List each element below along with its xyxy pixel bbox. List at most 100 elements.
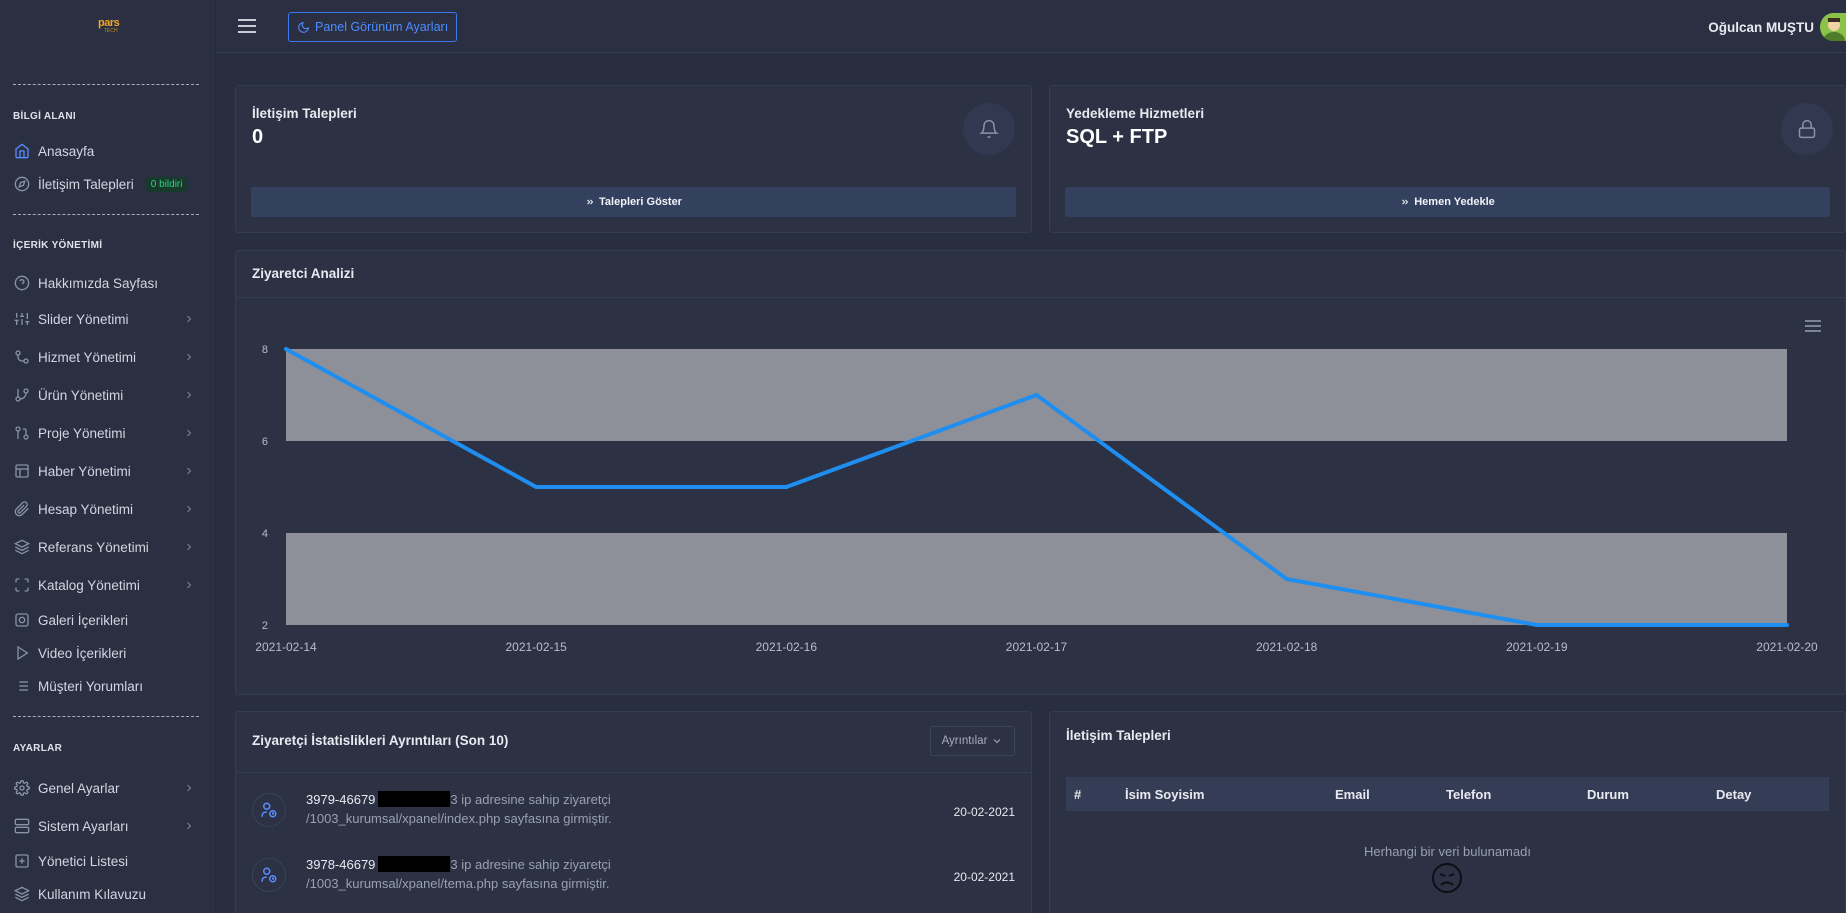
sidebar: pars TECH BİLGİ ALANI Anasayfa İletişim … (0, 0, 216, 913)
layout-icon (13, 463, 30, 480)
chevrons-right-icon (587, 199, 594, 205)
sidebar-item-system-settings[interactable]: Sistem Ayarları (13, 812, 201, 840)
notification-badge: 0 bildiri (145, 176, 188, 192)
visit-row: 3979-46679 3 ip adresine sahip ziyaretçi … (252, 787, 1015, 843)
card-title: İletişim Talepleri (252, 106, 357, 121)
data-point (1534, 623, 1539, 627)
contact-requests-table-card: İletişim Talepleri # İsim Soyisim Email … (1049, 711, 1846, 913)
sidebar-item-label: Referans Yönetimi (38, 539, 149, 555)
layers-icon (13, 886, 30, 903)
redacted-ip (378, 791, 451, 807)
visit-text: 3 ip adresine sahip ziyaretçi (450, 792, 611, 807)
details-dropdown-button[interactable]: Ayrıntılar (930, 726, 1015, 756)
lock-icon (1781, 103, 1833, 155)
column-header[interactable]: # (1074, 787, 1081, 802)
chevrons-right-icon (1402, 199, 1409, 205)
sidebar-item-about[interactable]: Hakkımızda Sayfası (13, 269, 201, 297)
x-tick-label: 2021-02-18 (1256, 640, 1318, 654)
avatar[interactable] (1820, 13, 1846, 41)
y-tick-label: 2 (262, 620, 268, 632)
column-header[interactable]: Durum (1587, 787, 1629, 802)
sidebar-item-project[interactable]: Proje Yönetimi (13, 419, 201, 447)
sidebar-item-account[interactable]: Hesap Yönetimi (13, 495, 201, 523)
moon-icon (298, 21, 310, 33)
divider (13, 84, 199, 85)
x-tick-label: 2021-02-19 (1506, 640, 1568, 654)
play-icon (13, 645, 30, 662)
sidebar-item-video[interactable]: Video İçerikleri (13, 639, 201, 667)
button-label: Ayrıntılar (941, 735, 988, 747)
visit-id: 3979-46679 (306, 792, 376, 807)
visit-id: 3978-46679 (306, 857, 376, 872)
contact-count: 0 (252, 126, 264, 148)
card-title: Yedekleme Hizmetleri (1066, 106, 1205, 121)
redacted-ip (378, 856, 451, 872)
sidebar-item-label: Video İçerikleri (38, 645, 127, 661)
button-label: Talepleri Göster (599, 196, 682, 208)
sidebar-item-news[interactable]: Haber Yönetimi (13, 457, 201, 485)
x-tick-label: 2021-02-16 (756, 640, 818, 654)
chevron-right-icon (187, 315, 192, 323)
sidebar-item-label: Hakkımızda Sayfası (38, 275, 159, 291)
sidebar-item-product[interactable]: Ürün Yönetimi (13, 381, 201, 409)
visit-text: 3 ip adresine sahip ziyaretçi (450, 857, 611, 872)
column-header[interactable]: Detay (1716, 787, 1751, 802)
sidebar-item-admin-list[interactable]: Yönetici Listesi (13, 847, 201, 875)
x-tick-label: 2021-02-20 (1756, 640, 1818, 654)
list-icon (13, 678, 30, 695)
empty-table-message: Herhangi bir veri bulunamadı (1364, 844, 1531, 859)
sidebar-item-slider[interactable]: Slider Yönetimi (13, 305, 201, 333)
sidebar-item-general-settings[interactable]: Genel Ayarlar (13, 774, 201, 802)
backup-now-button[interactable]: Hemen Yedekle (1065, 187, 1830, 217)
data-point (1785, 623, 1789, 627)
panel-theme-settings-button[interactable]: Panel Görünüm Ayarları (288, 12, 457, 42)
sidebar-item-label: Proje Yönetimi (38, 425, 126, 441)
x-tick-label: 2021-02-15 (505, 640, 567, 654)
chevron-down-icon (994, 739, 1001, 744)
sidebar-item-gallery[interactable]: Galeri İçerikleri (13, 606, 201, 634)
settings-icon (13, 780, 30, 797)
sidebar-item-label: Kullanım Kılavuzu (38, 886, 147, 902)
column-header[interactable]: İsim Soyisim (1125, 787, 1204, 802)
grid-band (286, 533, 1787, 625)
sidebar-item-label: Galeri İçerikleri (38, 612, 129, 628)
sidebar-item-service[interactable]: Hizmet Yönetimi (13, 343, 201, 371)
user-visit-icon (252, 793, 286, 827)
theme-button-label: Panel Görünüm Ayarları (315, 20, 449, 34)
visit-page: /1003_kurumsal/xpanel/tema.php sayfasına… (306, 876, 610, 891)
home-icon (13, 143, 30, 160)
sidebar-item-catalog[interactable]: Katalog Yönetimi (13, 571, 201, 599)
y-tick-label: 8 (262, 344, 268, 356)
chevron-right-icon (187, 581, 192, 589)
sidebar-item-label: Sistem Ayarları (38, 818, 129, 834)
maximize-icon (13, 577, 30, 594)
visit-page: /1003_kurumsal/xpanel/index.php sayfasın… (306, 811, 612, 826)
hamburger-menu-icon[interactable] (238, 18, 256, 34)
logo[interactable]: pars TECH (98, 18, 132, 34)
user-name[interactable]: Oğulcan MUŞTU (1708, 20, 1814, 35)
visitor-analysis-card: Ziyaretci Analizi 8 6 4 2 2021-02-14 2021-02-… (235, 250, 1846, 695)
line-chart: 8 6 4 2 2021-02-14 2021-02-15 2021-02-16 2021-0… (255, 344, 1818, 654)
visit-text-line1: 3978-46679 3 ip adresine sahip ziyaretçi (306, 856, 611, 872)
sidebar-item-label: Yönetici Listesi (38, 853, 129, 869)
column-header[interactable]: Email (1335, 787, 1370, 802)
visit-text-line1: 3979-46679 3 ip adresine sahip ziyaretçi (306, 791, 611, 807)
show-requests-button[interactable]: Talepleri Göster (251, 187, 1016, 217)
section-heading-info: BİLGİ ALANI (13, 111, 76, 122)
compass-icon (13, 176, 30, 193)
disc-icon (13, 612, 30, 629)
sidebar-item-contact-requests[interactable]: İletişim Talepleri 0 bildiri (13, 170, 201, 198)
button-label: Hemen Yedekle (1414, 196, 1495, 208)
sidebar-item-testimonials[interactable]: Müşteri Yorumları (13, 672, 201, 700)
data-point (784, 485, 789, 489)
sidebar-item-label: İletişim Talepleri (38, 176, 134, 192)
column-header[interactable]: Telefon (1446, 787, 1491, 802)
x-tick-label: 2021-02-14 (255, 640, 317, 654)
card-title: İletişim Talepleri (1066, 728, 1171, 743)
card-divider (236, 772, 1031, 773)
sidebar-item-reference[interactable]: Referans Yönetimi (13, 533, 201, 561)
sidebar-item-label: Hesap Yönetimi (38, 501, 134, 517)
sidebar-item-home[interactable]: Anasayfa (13, 137, 201, 165)
sidebar-item-user-guide[interactable]: Kullanım Kılavuzu (13, 880, 201, 908)
chevron-right-icon (187, 822, 192, 830)
